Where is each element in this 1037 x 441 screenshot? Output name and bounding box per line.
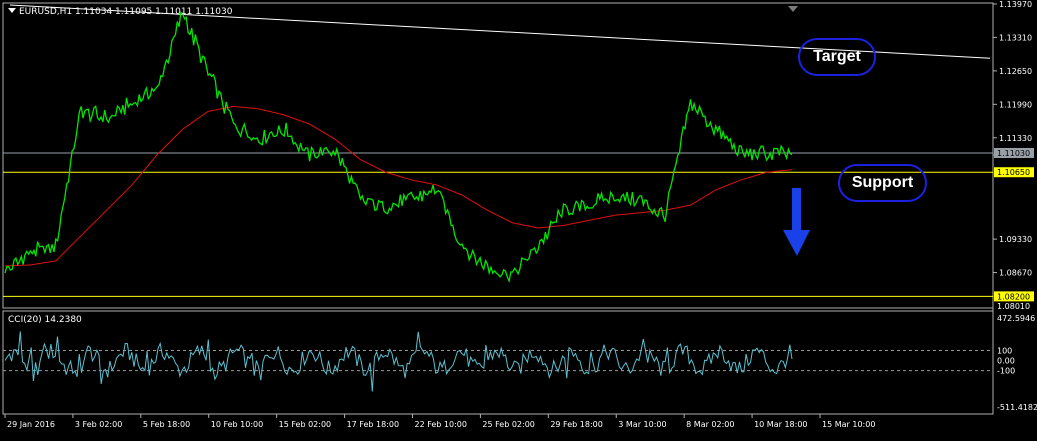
chart-window[interactable]: 1.139701.133101.126501.119901.113301.109…	[0, 0, 1037, 437]
time-tick-label: 15 Feb 02:00	[279, 420, 331, 429]
price-tick-label: 1.11990	[999, 100, 1032, 109]
target-label: Target	[813, 48, 861, 65]
support-label: Support	[851, 174, 914, 191]
time-tick-label: 29 Jan 2016	[7, 420, 55, 429]
price-tick-label: 1.09330	[999, 235, 1032, 244]
price-tick-label: 1.11330	[999, 134, 1032, 143]
cci-max-label: 472.5946	[997, 314, 1035, 323]
price-tick-label: 1.08670	[999, 269, 1032, 278]
price-tick-label: 1.13310	[999, 33, 1032, 42]
bottom-edge-price-label: 1.08010	[997, 302, 1030, 311]
time-tick-label: 25 Feb 02:00	[482, 420, 534, 429]
cci-upper-label: 100	[997, 346, 1012, 355]
cci-zero-label: 0.00	[997, 357, 1015, 366]
target-callout: Target	[798, 38, 876, 76]
time-tick-label: 29 Feb 18:00	[550, 420, 602, 429]
triangle-down-icon[interactable]	[8, 8, 16, 13]
arrow-down-icon	[783, 188, 810, 256]
price-tick-label: 1.13970	[999, 0, 1032, 9]
bottom-line-price-label: 1.08200	[997, 292, 1030, 301]
time-tick-label: 3 Mar 10:00	[618, 420, 666, 429]
scroll-marker-icon[interactable]	[788, 6, 798, 12]
support-callout: Support	[838, 164, 927, 202]
time-tick-label: 8 Mar 02:00	[686, 420, 734, 429]
time-tick-label: 10 Feb 10:00	[211, 420, 263, 429]
time-tick-label: 5 Feb 18:00	[143, 420, 190, 429]
price-tick-label: 1.12650	[999, 67, 1032, 76]
time-tick-label: 17 Feb 18:00	[347, 420, 399, 429]
time-tick-label: 15 Mar 10:00	[822, 420, 875, 429]
time-tick-label: 10 Mar 18:00	[754, 420, 807, 429]
time-tick-label: 22 Feb 10:00	[415, 420, 467, 429]
symbol-header: EURUSD,H1 1.11034 1.11095 1.11011 1.1103…	[19, 7, 233, 17]
price-chart[interactable]: 1.139701.133101.126501.119901.113301.109…	[0, 0, 1037, 437]
time-tick-label: 3 Feb 02:00	[75, 420, 122, 429]
current-price-label: 1.11030	[997, 149, 1030, 158]
moving-average-line	[4, 105, 793, 267]
support-price-label: 1.10650	[997, 168, 1030, 177]
price-line	[4, 11, 793, 284]
cci-line	[4, 331, 793, 392]
cci-min-label: -511.4182	[997, 403, 1037, 412]
cci-lower-label: -100	[997, 367, 1015, 376]
cci-label: CCI(20) 14.2380	[8, 315, 82, 325]
